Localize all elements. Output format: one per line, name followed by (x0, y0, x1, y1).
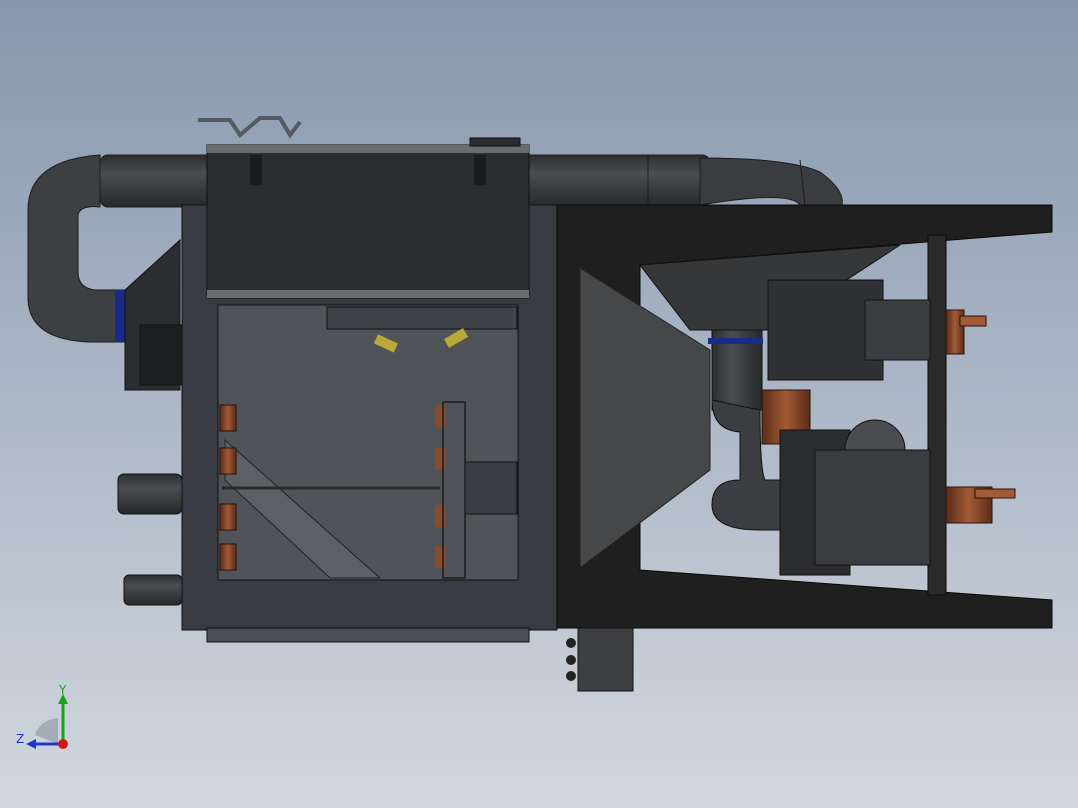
x-axis-icon (58, 739, 68, 749)
z-arrow-icon (26, 739, 36, 749)
model-view[interactable] (0, 0, 1078, 808)
bottom-junction-box (566, 627, 634, 692)
triad-arc-icon (35, 718, 58, 744)
side-valves (945, 309, 1016, 524)
side-ports (117, 473, 183, 606)
z-axis-label: Z (16, 732, 24, 746)
inner-compartment (217, 304, 519, 581)
orientation-triad[interactable]: Y Z (0, 680, 100, 760)
left-bracket (124, 238, 183, 391)
graphics-viewport[interactable]: Y Z (0, 0, 1078, 808)
y-axis-label: Y (58, 683, 67, 697)
